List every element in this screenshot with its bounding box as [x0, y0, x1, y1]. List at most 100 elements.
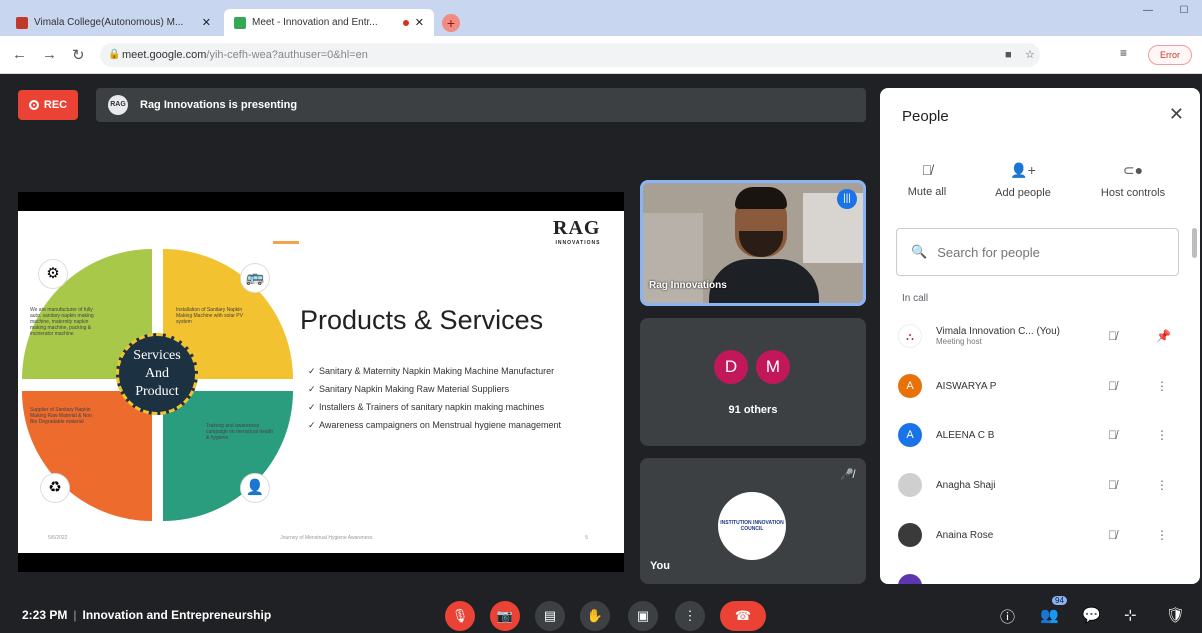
slide-footer: 5/6/2022 Journey of Menstrual Hygiene Aw…	[48, 535, 588, 541]
mic-off-icon[interactable]: 🎙̸	[1108, 428, 1117, 442]
rec-label: REC	[43, 99, 68, 111]
others-count: 91 others	[728, 404, 778, 416]
avatar	[898, 473, 922, 497]
speaking-indicator-icon: |||	[837, 189, 857, 209]
mic-off-icon[interactable]: 🎙̸	[1108, 478, 1117, 492]
slide-title: Products & Services	[300, 305, 544, 335]
minimize-icon[interactable]: —	[1130, 0, 1166, 22]
meeting-info: 2:23 PM | Innovation and Entrepreneurship	[22, 608, 272, 622]
tab-meet[interactable]: Meet - Innovation and Entr... ✕	[224, 9, 434, 36]
pin-icon[interactable]: 📌	[1156, 329, 1171, 343]
panel-scrollbar[interactable]	[1192, 228, 1197, 258]
present-button[interactable]: ▣	[628, 601, 658, 631]
list-item[interactable]: Anagha Shaji 🎙̸ ⋮	[898, 465, 1188, 505]
raise-hand-button[interactable]: ✋	[580, 601, 610, 631]
speaker-video-tile[interactable]: ||| Rag Innovations	[640, 180, 866, 306]
mute-all-button[interactable]: 🎙̸ Mute all	[882, 162, 972, 198]
omnibox[interactable]: 🔒 meet.google.com/yih-cefh-wea?authuser=…	[100, 43, 1040, 67]
people-panel: People ✕ 🎙̸ Mute all 👤+ Add people ⊂● Ho…	[880, 88, 1200, 584]
reload-icon[interactable]: ↻	[72, 46, 85, 64]
more-options-button[interactable]: ⋮	[675, 601, 705, 631]
institution-logo: INSTITUTION INNOVATION COUNCIL	[718, 492, 786, 560]
clock-time: 2:23 PM	[22, 608, 68, 622]
close-tab-icon[interactable]: ✕	[202, 16, 211, 29]
new-tab-button[interactable]: +	[442, 14, 460, 32]
footer-page: 5	[585, 535, 588, 541]
participants-count-badge: 94	[1052, 596, 1067, 605]
leave-call-button[interactable]: ☎	[720, 601, 766, 631]
list-item[interactable]	[898, 566, 1188, 584]
record-icon	[28, 100, 39, 110]
list-item[interactable]: Anaina Rose 🎙̸ ⋮	[898, 515, 1188, 555]
address-bar: ← → ↻ 🔒 meet.google.com/yih-cefh-wea?aut…	[0, 36, 1202, 74]
search-input[interactable]	[937, 244, 1158, 260]
quadrant-bottom-right	[163, 391, 293, 521]
avatar	[898, 523, 922, 547]
quadrant-text: Supplier of Sanitary Napkin Making Raw M…	[30, 407, 92, 425]
bookmark-star-icon[interactable]: ☆	[1025, 43, 1035, 67]
participant-name: Anagha Shaji	[936, 479, 996, 491]
browser-tab-bar: Vimala College(Autonomous) M... ✕ Meet -…	[0, 0, 1202, 36]
participant-name: Vimala Innovation C... (You) Meeting hos…	[936, 326, 1060, 346]
more-options-icon[interactable]: ⋮	[1156, 528, 1168, 542]
back-icon[interactable]: ←	[12, 46, 27, 63]
people-icon[interactable]: 👥	[1040, 606, 1059, 624]
host-controls-button[interactable]: ⊂● Host controls	[1088, 162, 1178, 199]
reading-list-icon[interactable]: ≡	[1120, 46, 1127, 60]
camera-toggle-button[interactable]: 📷	[490, 601, 520, 631]
toggle-icon: ⊂●	[1122, 162, 1144, 178]
self-video-tile[interactable]: 🎤̸ INSTITUTION INNOVATION COUNCIL You	[640, 458, 866, 584]
add-people-button[interactable]: 👤+ Add people	[978, 162, 1068, 199]
chat-icon[interactable]: 💬	[1082, 606, 1101, 624]
more-options-icon[interactable]: ⋮	[1156, 428, 1168, 442]
tab-vimala-college[interactable]: Vimala College(Autonomous) M... ✕	[6, 9, 221, 36]
recycle-icon: ♻	[40, 473, 70, 503]
tab-title: Vimala College(Autonomous) M...	[34, 17, 184, 28]
list-item: Sanitary Napkin Making Raw Material Supp…	[308, 383, 578, 395]
head-icon: 👤	[240, 473, 270, 503]
avatar: M	[756, 350, 790, 384]
gear-icon: ⚙	[38, 259, 68, 289]
url-host: meet.google.com	[122, 49, 207, 61]
logo-text: RAG	[553, 217, 601, 239]
screen: Vimala College(Autonomous) M... ✕ Meet -…	[0, 0, 1202, 633]
add-person-icon: 👤+	[1010, 162, 1036, 178]
avatar	[898, 574, 922, 584]
panel-title: People	[902, 108, 949, 125]
tab-title: Meet - Innovation and Entr...	[252, 17, 378, 28]
others-tile[interactable]: D M 91 others	[640, 318, 866, 446]
info-icon[interactable]: ⓘ	[1000, 606, 1015, 627]
meet-favicon-icon	[234, 16, 246, 29]
more-options-icon[interactable]: ⋮	[1156, 379, 1168, 393]
presenter-avatar: RAG	[108, 95, 128, 115]
participant-name: AISWARYA P	[936, 380, 997, 392]
recording-dot-icon	[402, 19, 409, 26]
quadrant-text: Installation of Sanitary Napkin Making M…	[176, 307, 243, 325]
forward-icon[interactable]: →	[42, 46, 57, 63]
close-icon[interactable]: ✕	[1169, 104, 1184, 125]
url-path: /yih-cefh-wea?authuser=0&hl=en	[206, 49, 368, 61]
speaker-name: Rag Innovations	[649, 280, 727, 291]
center-line: Services	[133, 348, 181, 363]
profile-button[interactable]: Error	[1148, 45, 1192, 65]
mic-off-icon[interactable]: 🎙̸	[1108, 379, 1117, 393]
list-item: Sanitary & Maternity Napkin Making Machi…	[308, 365, 578, 377]
self-label: You	[650, 560, 670, 572]
close-tab-icon[interactable]: ✕	[415, 16, 424, 29]
machine-icon: 🚌	[240, 263, 270, 293]
activities-icon[interactable]: ⊹	[1124, 606, 1137, 624]
mic-off-icon[interactable]: 🎙̸	[1108, 528, 1117, 542]
maximize-icon[interactable]: ☐	[1166, 0, 1202, 22]
list-item[interactable]: A AISWARYA P 🎙̸ ⋮	[898, 366, 1188, 406]
captions-button[interactable]: ▤	[535, 601, 565, 631]
quadrant-text: Training and awareness campaign on menst…	[206, 423, 273, 441]
host-shield-icon[interactable]: 🛡	[1166, 606, 1185, 624]
mic-off-icon[interactable]: 🎙̸	[1108, 329, 1117, 343]
camera-icon[interactable]: ■	[1005, 43, 1012, 67]
list-item[interactable]: ⛬ Vimala Innovation C... (You) Meeting h…	[898, 316, 1188, 356]
avatar: A	[898, 374, 922, 398]
mic-toggle-button[interactable]: 🎙	[445, 601, 475, 631]
list-item[interactable]: A ALEENA C B 🎙̸ ⋮	[898, 415, 1188, 455]
people-search[interactable]: 🔍	[896, 228, 1179, 276]
more-options-icon[interactable]: ⋮	[1156, 478, 1168, 492]
